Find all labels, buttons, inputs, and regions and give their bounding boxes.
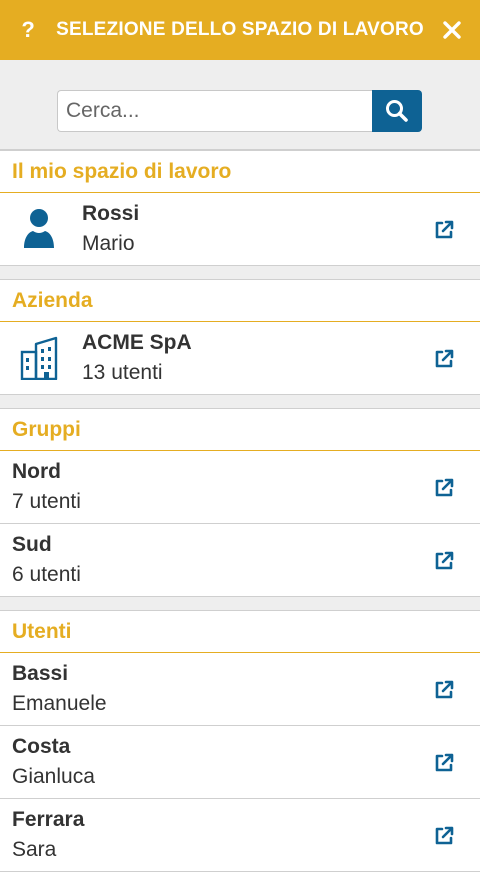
- item-name: Sud: [12, 533, 52, 556]
- section-divider: [0, 597, 480, 610]
- list-item-user[interactable]: Bassi Emanuele: [0, 653, 480, 726]
- list-item-group[interactable]: Sud 6 utenti: [0, 524, 480, 597]
- external-link-icon[interactable]: [433, 825, 455, 847]
- list-item-my-workspace[interactable]: Rossi Mario: [0, 193, 480, 266]
- item-subtitle: Emanuele: [12, 692, 107, 715]
- external-link-icon[interactable]: [433, 679, 455, 701]
- section-title-company: Azienda: [0, 279, 480, 322]
- section-title-my-workspace: Il mio spazio di lavoro: [0, 150, 480, 193]
- header-bar: ? SELEZIONE DELLO SPAZIO DI LAVORO: [0, 0, 480, 60]
- section-title-groups: Gruppi: [0, 408, 480, 451]
- user-icon: [24, 209, 54, 248]
- list-item-user[interactable]: Costa Gianluca: [0, 726, 480, 799]
- section-divider: [0, 266, 480, 279]
- section-divider: [0, 395, 480, 408]
- page-title: SELEZIONE DELLO SPAZIO DI LAVORO: [56, 19, 424, 40]
- list-item-group[interactable]: Nord 7 utenti: [0, 451, 480, 524]
- item-subtitle: Mario: [82, 232, 135, 255]
- item-name: Nord: [12, 460, 61, 483]
- search-button[interactable]: [372, 90, 422, 132]
- item-subtitle: Gianluca: [12, 765, 95, 788]
- search-icon: [386, 100, 408, 122]
- external-link-icon[interactable]: [433, 752, 455, 774]
- section-title-users: Utenti: [0, 610, 480, 653]
- item-subtitle: 13 utenti: [82, 361, 163, 384]
- search-input[interactable]: [57, 90, 373, 132]
- item-name: Ferrara: [12, 808, 85, 831]
- item-name: Costa: [12, 735, 71, 758]
- external-link-icon[interactable]: [433, 219, 455, 241]
- item-subtitle: 7 utenti: [12, 490, 81, 513]
- list-item-company[interactable]: ACME SpA 13 utenti: [0, 322, 480, 395]
- item-subtitle: 6 utenti: [12, 563, 81, 586]
- building-icon: [20, 336, 58, 380]
- help-button[interactable]: ?: [0, 0, 56, 60]
- external-link-icon[interactable]: [433, 348, 455, 370]
- item-name: Bassi: [12, 662, 69, 685]
- search-bar: [0, 60, 480, 150]
- item-subtitle: Sara: [12, 838, 57, 861]
- close-button[interactable]: [424, 0, 480, 60]
- close-icon: [443, 21, 461, 39]
- external-link-icon[interactable]: [433, 477, 455, 499]
- item-name: ACME SpA: [82, 331, 192, 354]
- list-item-user[interactable]: Ferrara Sara: [0, 799, 480, 872]
- item-name: Rossi: [82, 202, 140, 225]
- external-link-icon[interactable]: [433, 550, 455, 572]
